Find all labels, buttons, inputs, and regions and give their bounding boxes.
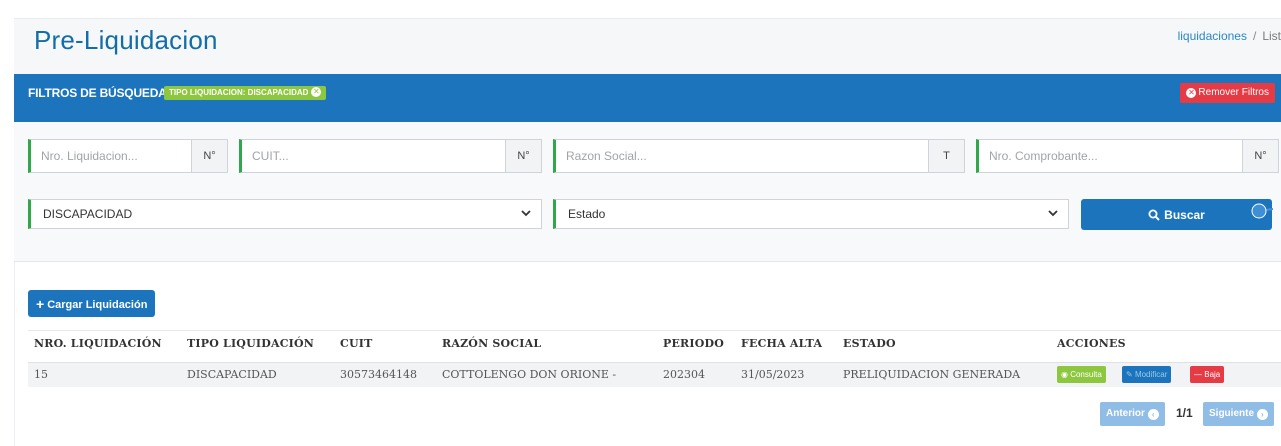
breadcrumb: liquidaciones / List: [1178, 29, 1281, 43]
estado-value: Estado: [568, 207, 606, 221]
baja-label: Baja: [1204, 370, 1221, 379]
column-header-acciones: ACCIONES: [1057, 337, 1126, 350]
column-header-fecha-alta[interactable]: FECHA ALTA: [741, 337, 822, 350]
nro-comprobante-input[interactable]: [979, 140, 1242, 172]
search-button-label: Buscar: [1164, 207, 1205, 222]
breadcrumb-current: List: [1262, 29, 1281, 43]
remove-filters-button[interactable]: ✕ Remover Filtros: [1180, 83, 1275, 103]
plus-icon: +: [36, 295, 45, 312]
cursor-indicator-icon: [1251, 203, 1273, 219]
add-liquidacion-button[interactable]: + Cargar Liquidación: [28, 290, 156, 317]
column-header-cuit[interactable]: CUIT: [340, 337, 372, 350]
razon-social-input[interactable]: [556, 140, 928, 172]
page-indicator: 1/1: [1176, 406, 1193, 420]
column-header-nro[interactable]: NRO. LIQUIDACIÓN: [34, 337, 162, 350]
results-panel: [14, 262, 1281, 446]
number-addon: N°: [505, 140, 541, 172]
cell-estado: PRELIQUIDACION GENERADA: [843, 368, 1021, 381]
cell-periodo: 202304: [663, 368, 705, 381]
active-filter-label: TIPO LIQUIDACION: DISCAPACIDAD: [169, 88, 309, 97]
tipo-liquidacion-value: DISCAPACIDAD: [43, 207, 133, 221]
close-icon[interactable]: ✕: [311, 87, 322, 97]
active-filter-chip[interactable]: TIPO LIQUIDACION: DISCAPACIDAD ✕: [164, 86, 327, 100]
table-top-divider: [28, 330, 1281, 331]
cell-tipo: DISCAPACIDAD: [187, 368, 277, 381]
number-addon: N°: [1242, 140, 1278, 172]
minus-icon: —: [1194, 370, 1205, 379]
breadcrumb-separator: /: [1252, 29, 1257, 43]
previous-page-button[interactable]: Anterior ‹: [1100, 402, 1165, 426]
modificar-label: Modificar: [1134, 370, 1168, 379]
eye-icon: ◉: [1061, 370, 1071, 379]
column-header-tipo[interactable]: TIPO LIQUIDACIÓN: [187, 337, 314, 350]
nro-comprobante-field: N°: [976, 139, 1279, 173]
previous-label: Anterior: [1106, 408, 1145, 419]
cell-nro: 15: [34, 368, 48, 381]
cuit-field: N°: [239, 139, 542, 173]
nro-liquidacion-field: N°: [28, 139, 228, 173]
edit-icon: ✎: [1126, 370, 1135, 379]
tipo-liquidacion-select[interactable]: DISCAPACIDAD: [28, 199, 542, 229]
cell-cuit: 30573464148: [340, 368, 417, 381]
column-header-razon-social[interactable]: RAZÓN SOCIAL: [442, 337, 541, 350]
remove-filters-label: Remover Filtros: [1198, 87, 1269, 98]
consulta-button[interactable]: ◉ Consulta: [1057, 366, 1106, 383]
cell-razon-social: COTTOLENGO DON ORIONE -: [442, 368, 617, 381]
chevron-left-icon: ‹: [1147, 409, 1159, 420]
text-addon: T: [928, 140, 964, 172]
baja-button[interactable]: — Baja: [1190, 366, 1225, 383]
page-title: Pre-Liquidacion: [34, 25, 218, 55]
chevron-down-icon: [1048, 210, 1058, 217]
next-page-button[interactable]: Siguiente ›: [1203, 402, 1274, 426]
next-label: Siguiente: [1209, 408, 1255, 419]
filter-panel-header: FILTROS DE BÚSQUEDA TIPO LIQUIDACION: DI…: [14, 74, 1281, 122]
cell-fecha-alta: 31/05/2023: [741, 368, 805, 381]
column-header-periodo[interactable]: PERIODO: [663, 337, 724, 350]
search-button[interactable]: Buscar: [1081, 199, 1272, 230]
razon-social-field: T: [553, 139, 965, 173]
cuit-input[interactable]: [242, 140, 505, 172]
consulta-label: Consulta: [1070, 370, 1102, 379]
chevron-down-icon: [521, 210, 531, 217]
modificar-button[interactable]: ✎ Modificar: [1122, 366, 1172, 383]
breadcrumb-link-liquidaciones[interactable]: liquidaciones: [1178, 29, 1247, 43]
filter-panel-title: FILTROS DE BÚSQUEDA: [28, 86, 167, 100]
column-header-estado[interactable]: ESTADO: [843, 337, 896, 350]
page-header: Pre-Liquidacion liquidaciones / List: [14, 18, 1281, 74]
add-liquidacion-label: Cargar Liquidación: [47, 298, 148, 311]
chevron-right-icon: ›: [1256, 409, 1268, 420]
nro-liquidacion-input[interactable]: [31, 140, 191, 172]
number-addon: N°: [191, 140, 227, 172]
close-icon: ✕: [1186, 88, 1197, 98]
search-icon: [1148, 209, 1160, 221]
estado-select[interactable]: Estado: [553, 199, 1069, 229]
